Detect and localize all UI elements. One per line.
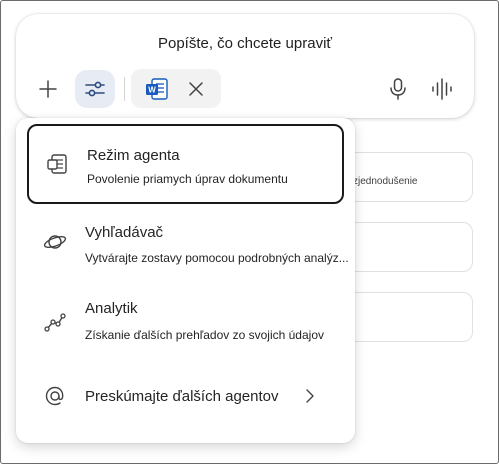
- sliders-icon: [85, 81, 105, 97]
- menu-item-title: Preskúmajte ďalších agentov: [85, 388, 279, 405]
- voice-waveform-icon: [432, 78, 452, 100]
- toolbar-divider: [124, 77, 125, 101]
- menu-item-explore-agents[interactable]: Preskúmajte ďalších agentov: [27, 364, 344, 428]
- suggestion-card-text: zjednodušenie: [353, 176, 418, 187]
- tools-button[interactable]: [75, 70, 115, 108]
- line-chart-icon: [44, 313, 66, 332]
- prompt-placeholder[interactable]: Popíšte, čo chcete upraviť: [16, 35, 474, 52]
- menu-item-title: Analytik: [85, 300, 138, 317]
- menu-item-title: Režim agenta: [87, 147, 180, 164]
- word-document-icon: W: [146, 78, 168, 100]
- menu-item-description: Povolenie priamych úprav dokumentu: [87, 172, 288, 186]
- microphone-icon: [390, 78, 406, 100]
- voice-button[interactable]: [426, 71, 458, 107]
- word-agent-icon: [47, 154, 67, 174]
- menu-item-title: Vyhľadávač: [85, 224, 164, 241]
- planet-icon: [43, 235, 67, 249]
- menu-item-analyst[interactable]: Analytik Získanie ďalších prehľadov zo s…: [27, 280, 344, 354]
- plus-icon: [39, 80, 57, 98]
- attachment-chip[interactable]: W: [131, 69, 221, 108]
- agent-menu: Režim agenta Povolenie priamych úprav do…: [16, 118, 355, 443]
- menu-item-description: Získanie ďalších prehľadov zo svojich úd…: [85, 328, 324, 342]
- svg-text:W: W: [148, 86, 156, 95]
- menu-item-description: Vytvárajte zostavy pomocou podrobných an…: [85, 251, 349, 265]
- at-sign-icon: [45, 386, 64, 406]
- microphone-button[interactable]: [382, 71, 414, 107]
- prompt-composer[interactable]: Popíšte, čo chcete upraviť W: [16, 14, 474, 118]
- add-button[interactable]: [30, 71, 66, 107]
- menu-item-agent-mode[interactable]: Režim agenta Povolenie priamych úprav do…: [27, 124, 344, 204]
- close-icon[interactable]: [187, 80, 205, 98]
- menu-item-researcher[interactable]: Vyhľadávač Vytvárajte zostavy pomocou po…: [27, 204, 349, 276]
- chevron-right-icon: [306, 389, 314, 403]
